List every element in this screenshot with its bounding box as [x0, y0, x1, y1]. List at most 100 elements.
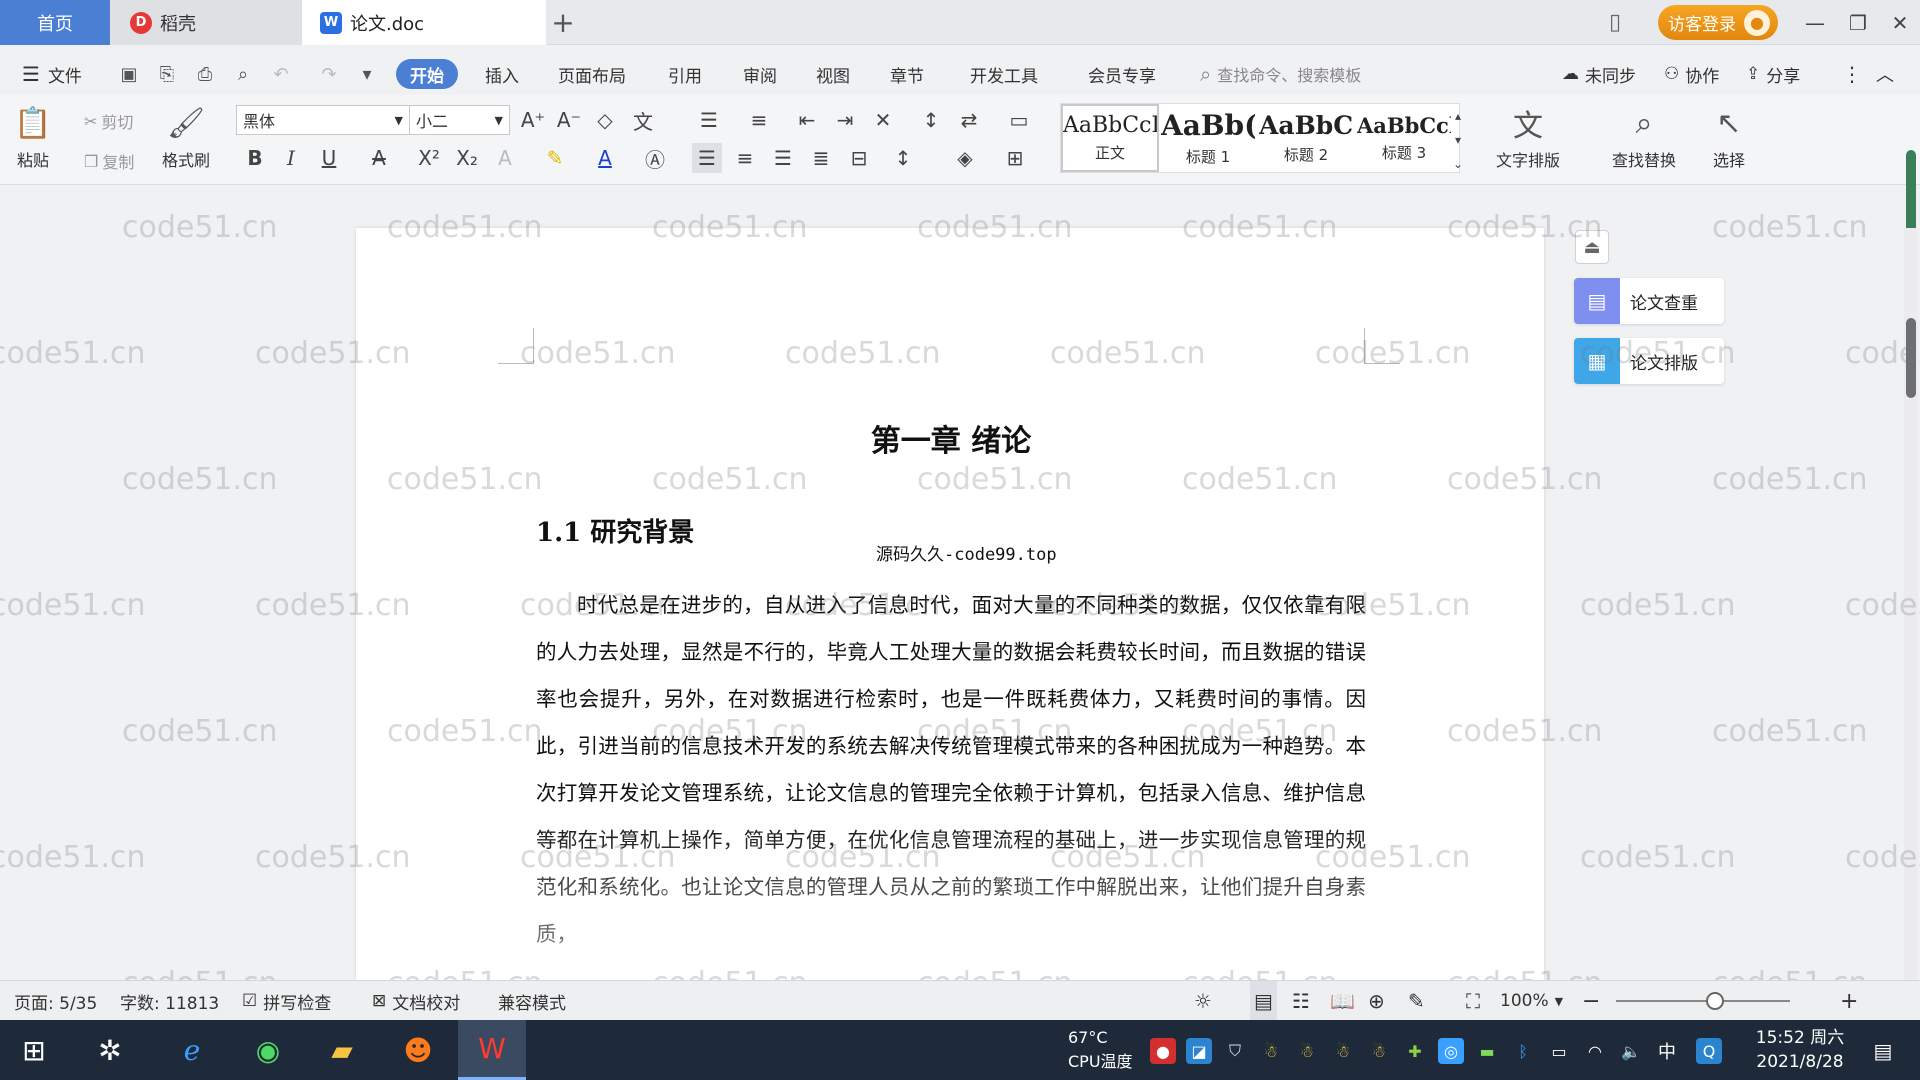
restore-button[interactable]: ❐ — [1838, 0, 1878, 45]
new-tab-button[interactable]: + — [548, 0, 578, 45]
shrink-font-icon[interactable]: A⁻ — [554, 105, 584, 135]
paper-layout-button[interactable]: ▦ 论文排版 — [1574, 338, 1724, 384]
tab-member[interactable]: 会员专享 — [1088, 55, 1156, 93]
zoom-out-icon[interactable]: − — [1582, 981, 1600, 1021]
close-button[interactable]: ✕ — [1880, 0, 1920, 45]
numbered-list-icon[interactable]: ≡ — [744, 105, 774, 135]
tab-daoke[interactable]: D 稻壳 — [110, 0, 302, 45]
style-heading-1[interactable]: AaBb( 标题 1 — [1159, 104, 1257, 172]
style-heading-3[interactable]: AaBbCcl 标题 3 — [1355, 104, 1453, 172]
bluetooth-icon[interactable]: ᛒ — [1510, 1038, 1536, 1064]
style-heading-2[interactable]: AaBbC 标题 2 — [1257, 104, 1355, 172]
battery-icon[interactable]: ▭ — [1546, 1038, 1572, 1064]
subscript-icon[interactable]: X₂ — [452, 143, 482, 173]
share-button[interactable]: ⇪ 分享 — [1746, 55, 1800, 93]
char-border-icon[interactable]: Ⓐ — [640, 143, 670, 173]
eye-protect-icon[interactable]: ☼ — [1194, 981, 1212, 1021]
qq-penguin-icon[interactable]: ☃ — [1258, 1038, 1284, 1064]
zoom-level-select[interactable]: 100% ▼ — [1500, 981, 1563, 1021]
tray-app-icon[interactable]: ◎ — [1438, 1038, 1464, 1064]
justify-icon[interactable]: ≣ — [806, 143, 836, 173]
font-size-select[interactable]: 小二 ▼ — [410, 105, 510, 135]
fit-page-icon[interactable]: ⛶ — [1466, 981, 1480, 1021]
windows-start-icon[interactable]: ⊞ — [0, 1020, 68, 1080]
sort-icon[interactable]: ↕ — [916, 105, 946, 135]
tray-app-icon[interactable]: ● — [1150, 1038, 1176, 1064]
guest-login-button[interactable]: 访客登录 ● — [1658, 5, 1778, 40]
qq-penguin-icon[interactable]: ☃ — [1366, 1038, 1392, 1064]
tab-insert[interactable]: 插入 — [485, 55, 519, 93]
show-marks-icon[interactable]: ▭ — [1004, 105, 1034, 135]
page-view-icon[interactable]: ▤ — [1250, 981, 1277, 1021]
fan-app-icon[interactable]: ✲ — [76, 1020, 144, 1080]
shield-icon[interactable]: ⛉ — [1222, 1038, 1248, 1064]
save-icon[interactable]: ▣ — [118, 63, 140, 85]
underline-icon[interactable]: U — [314, 143, 344, 173]
document-page[interactable]: 第一章 绪论 1.1 研究背景 源码久久-code99.top 时代总是在进步的… — [356, 228, 1544, 980]
more-icon[interactable]: ⋮ — [1842, 55, 1862, 93]
borders-icon[interactable]: ⊞ — [1000, 143, 1030, 173]
paper-check-button[interactable]: ▤ 论文查重 — [1574, 278, 1724, 324]
tab-review[interactable]: 审阅 — [743, 55, 777, 93]
game-app-icon[interactable]: ☻ — [384, 1020, 452, 1080]
reading-view-icon[interactable]: 📖 — [1330, 981, 1355, 1021]
ime-indicator[interactable]: 中 — [1654, 1038, 1680, 1064]
increase-indent-icon[interactable]: ⇥ — [830, 105, 860, 135]
file-explorer-icon[interactable]: ▰ — [308, 1020, 376, 1080]
zoom-slider-track[interactable] — [1616, 1000, 1790, 1002]
chinese-layout-icon[interactable]: ✕ — [868, 105, 898, 135]
word-count[interactable]: 字数: 11813 — [120, 981, 219, 1021]
spell-check-button[interactable]: ☑ 拼写检查 — [242, 981, 331, 1021]
clear-format-icon[interactable]: ◇ — [590, 105, 620, 135]
web-view-icon[interactable]: ⊕ — [1368, 981, 1385, 1021]
quick-access-dropdown-icon[interactable]: ▾ — [356, 63, 378, 85]
outline-view-icon[interactable]: ☷ — [1292, 981, 1310, 1021]
tray-plus-icon[interactable]: ✚ — [1402, 1038, 1428, 1064]
styles-expand-icon[interactable]: ⌄ — [1450, 149, 1466, 179]
qq-penguin-icon[interactable]: ☃ — [1330, 1038, 1356, 1064]
ie-browser-icon[interactable]: ℯ — [158, 1020, 226, 1080]
format-painter-button[interactable]: 🖌 格式刷 — [162, 103, 210, 171]
font-name-select[interactable]: 黑体 ▼ — [236, 105, 410, 135]
tab-page-layout[interactable]: 页面布局 — [558, 55, 626, 93]
select-button[interactable]: ↖ 选择 — [1712, 103, 1746, 171]
grow-font-icon[interactable]: A⁺ — [518, 105, 548, 135]
side-panel-collapse-icon[interactable]: ⏏ — [1575, 230, 1609, 264]
collaborate-button[interactable]: ⚇ 协作 — [1664, 55, 1719, 93]
zoom-in-icon[interactable]: + — [1840, 981, 1858, 1021]
tab-developer[interactable]: 开发工具 — [970, 55, 1038, 93]
copy-button[interactable]: ❐ 复制 — [84, 149, 134, 173]
command-search[interactable]: ⌕ 查找命令、搜索模板 — [1200, 55, 1361, 93]
tray-app-icon[interactable]: ◪ — [1186, 1038, 1212, 1064]
tab-document[interactable]: W 论文.doc — [302, 0, 546, 45]
system-clock[interactable]: 15:52 周六 2021/8/28 — [1745, 1026, 1855, 1074]
strikethrough-icon[interactable]: A — [364, 143, 394, 173]
panel-layout-icon[interactable]: ▯ — [1600, 0, 1630, 45]
tab-chapter[interactable]: 章节 — [890, 55, 924, 93]
find-replace-button[interactable]: ⌕ 查找替换 — [1612, 103, 1676, 171]
gpu-icon[interactable]: ▬ — [1474, 1038, 1500, 1064]
browser-360-icon[interactable]: ◉ — [234, 1020, 302, 1080]
collapse-ribbon-icon[interactable]: ︿ — [1876, 55, 1894, 93]
cut-button[interactable]: ✂ 剪切 — [84, 109, 133, 133]
pinyin-guide-icon[interactable]: 文 — [628, 105, 658, 135]
wifi-icon[interactable]: ◠ — [1582, 1038, 1608, 1064]
tab-view[interactable]: 视图 — [816, 55, 850, 93]
italic-icon[interactable]: I — [276, 143, 306, 173]
q-app-icon[interactable]: Q — [1696, 1038, 1722, 1064]
zoom-slider-knob[interactable] — [1706, 992, 1724, 1010]
write-mode-icon[interactable]: ✎ — [1408, 981, 1425, 1021]
wps-office-icon[interactable]: W — [458, 1020, 526, 1080]
bold-icon[interactable]: B — [240, 143, 270, 173]
style-normal[interactable]: AaBbCcI 正文 — [1061, 104, 1159, 172]
text-layout-button[interactable]: 文 文字排版 — [1496, 103, 1560, 171]
tab-references[interactable]: 引用 — [668, 55, 702, 93]
export-icon[interactable]: ⎘ — [156, 63, 178, 85]
minimize-button[interactable]: — — [1795, 0, 1835, 45]
align-center-icon[interactable]: ≡ — [730, 143, 760, 173]
align-right-icon[interactable]: ☰ — [768, 143, 798, 173]
vertical-scrollbar[interactable] — [1904, 228, 1918, 980]
print-icon[interactable]: ⎙ — [194, 63, 216, 85]
paste-button[interactable]: 📋 粘贴 — [14, 103, 51, 171]
font-color-icon[interactable]: A — [590, 143, 620, 173]
